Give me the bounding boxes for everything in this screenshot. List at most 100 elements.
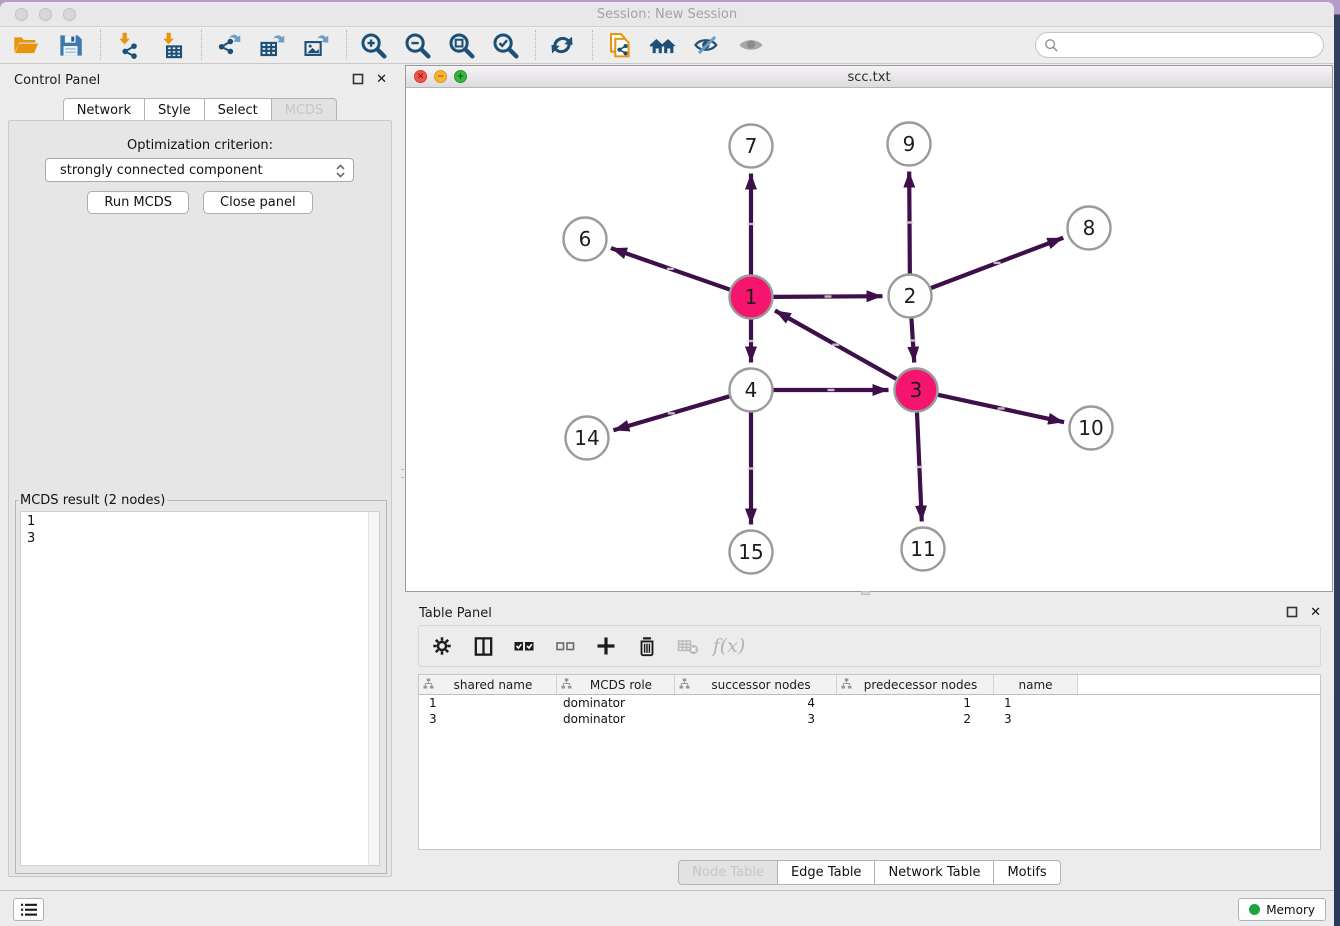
table-cell: 3	[994, 712, 1078, 726]
table-row[interactable]: 3dominator323	[419, 711, 1320, 727]
mcds-result-text[interactable]: 13	[20, 511, 380, 866]
network-view-window: ✕ − + scc.txt 7968124314101511	[405, 65, 1333, 592]
table-cell: dominator	[557, 712, 675, 726]
graph-node-label-1: 1	[745, 285, 758, 309]
toolbar-separator	[201, 30, 202, 60]
show-column-icon[interactable]	[470, 633, 496, 659]
table-cell: dominator	[557, 696, 675, 710]
show-all-icon[interactable]	[735, 29, 767, 61]
network-window-title: scc.txt	[406, 70, 1332, 85]
graph-node-label-8: 8	[1083, 216, 1096, 240]
mcds-result-title: MCDS result (2 nodes)	[18, 493, 167, 508]
toolbar-separator	[535, 30, 536, 60]
toolbar-separator	[100, 30, 101, 60]
zoom-fit-icon[interactable]	[445, 29, 477, 61]
edge-label-tick	[748, 340, 755, 342]
edge-label-tick	[994, 262, 1001, 264]
tab-edge-table[interactable]: Edge Table	[778, 860, 875, 885]
attribute-tree-icon	[679, 678, 690, 692]
attribute-tree-icon	[423, 678, 434, 692]
import-network-icon[interactable]	[111, 29, 143, 61]
node-table[interactable]: shared nameMCDS rolesuccessor nodesprede…	[418, 674, 1321, 850]
table-panel-close-icon[interactable]: ✕	[1310, 606, 1321, 619]
desktop: Session: New Session	[0, 0, 1340, 926]
mcds-result-scrollbar[interactable]	[368, 512, 379, 865]
graph-node-label-10: 10	[1078, 416, 1103, 440]
mcds-result-fieldset: MCDS result (2 nodes) 13	[15, 493, 387, 874]
graph-node-label-15: 15	[738, 540, 763, 564]
main-toolbar	[0, 27, 1334, 64]
criterion-dropdown[interactable]: strongly connected component	[45, 158, 354, 182]
criterion-dropdown-value: strongly connected component	[60, 163, 263, 178]
edge-label-tick	[667, 268, 674, 270]
import-table-icon[interactable]	[155, 29, 187, 61]
horizontal-splitter-handle[interactable]	[861, 591, 870, 595]
table-cell: 2	[837, 712, 994, 726]
column-header-shared-name[interactable]: shared name	[419, 675, 557, 694]
control-panel: Control Panel ✕ NetworkStyleSelectMCDS O…	[0, 64, 400, 890]
memory-button[interactable]: Memory	[1238, 898, 1326, 921]
table-cell: 3	[419, 712, 557, 726]
column-header-name[interactable]: name	[994, 675, 1078, 694]
edge-label-tick	[828, 389, 835, 391]
edge-label-tick	[825, 295, 832, 297]
attribute-tree-icon	[561, 678, 572, 692]
control-panel-close-icon[interactable]: ✕	[376, 73, 387, 86]
select-all-icon[interactable]	[511, 633, 537, 659]
table-panel-tabs: Node TableEdge TableNetwork TableMotifs	[678, 860, 1060, 885]
network-canvas[interactable]: 7968124314101511	[406, 88, 1332, 591]
graph-node-label-7: 7	[745, 134, 758, 158]
table-row[interactable]: 1dominator411	[419, 695, 1320, 711]
search-input[interactable]	[1064, 35, 1314, 55]
duplicate-network-icon[interactable]	[603, 29, 635, 61]
zoom-selected-icon[interactable]	[489, 29, 521, 61]
toolbar-separator	[592, 30, 593, 60]
control-panel-float-icon[interactable]	[352, 73, 364, 88]
open-file-icon[interactable]	[10, 29, 42, 61]
graph-node-label-9: 9	[903, 132, 916, 156]
table-toolbar: f(x)	[418, 625, 1321, 667]
apply-layout-icon[interactable]	[546, 29, 578, 61]
table-settings-gear-icon[interactable]	[429, 633, 455, 659]
column-header-successor-nodes[interactable]: successor nodes	[675, 675, 837, 694]
table-cell: 1	[994, 696, 1078, 710]
network-window-titlebar[interactable]: ✕ − + scc.txt	[406, 66, 1332, 88]
table-cell: 1	[419, 696, 557, 710]
tab-motifs[interactable]: Motifs	[994, 860, 1060, 885]
edge-label-tick	[748, 223, 755, 225]
add-column-icon[interactable]	[593, 633, 619, 659]
mcds-result-line: 3	[27, 530, 379, 547]
graph-node-label-3: 3	[910, 378, 923, 402]
app-window: Session: New Session	[0, 2, 1334, 926]
hide-selected-icon[interactable]	[691, 29, 723, 61]
export-table-icon[interactable]	[256, 29, 288, 61]
edge-label-tick	[906, 221, 913, 223]
unselect-all-icon[interactable]	[552, 633, 578, 659]
edge-label-tick	[668, 412, 675, 414]
graph-node-label-6: 6	[579, 227, 592, 251]
export-image-icon[interactable]	[300, 29, 332, 61]
column-header-predecessor-nodes[interactable]: predecessor nodes	[837, 675, 994, 694]
zoom-in-icon[interactable]	[357, 29, 389, 61]
zoom-out-icon[interactable]	[401, 29, 433, 61]
export-network-icon[interactable]	[212, 29, 244, 61]
edge-label-tick	[748, 467, 755, 469]
table-panel-float-icon[interactable]	[1286, 606, 1298, 621]
close-panel-button[interactable]: Close panel	[203, 191, 313, 214]
tab-network-table[interactable]: Network Table	[875, 860, 994, 885]
tab-node-table[interactable]: Node Table	[678, 860, 778, 885]
edge-label-tick	[916, 466, 923, 468]
task-history-button[interactable]	[13, 898, 44, 921]
table-panel: Table Panel ✕	[405, 597, 1334, 890]
graph-node-label-4: 4	[745, 378, 758, 402]
delete-column-trash-icon[interactable]	[634, 633, 660, 659]
memory-button-label: Memory	[1266, 903, 1315, 917]
status-bar: Memory	[0, 890, 1334, 926]
table-cell: 3	[675, 712, 837, 726]
save-session-icon[interactable]	[54, 29, 86, 61]
column-header-MCDS-role[interactable]: MCDS role	[557, 675, 675, 694]
attribute-tree-icon	[841, 678, 852, 692]
run-mcds-button[interactable]: Run MCDS	[87, 191, 189, 214]
first-neighbors-icon[interactable]	[647, 29, 679, 61]
function-builder-icon: f(x)	[716, 633, 742, 659]
